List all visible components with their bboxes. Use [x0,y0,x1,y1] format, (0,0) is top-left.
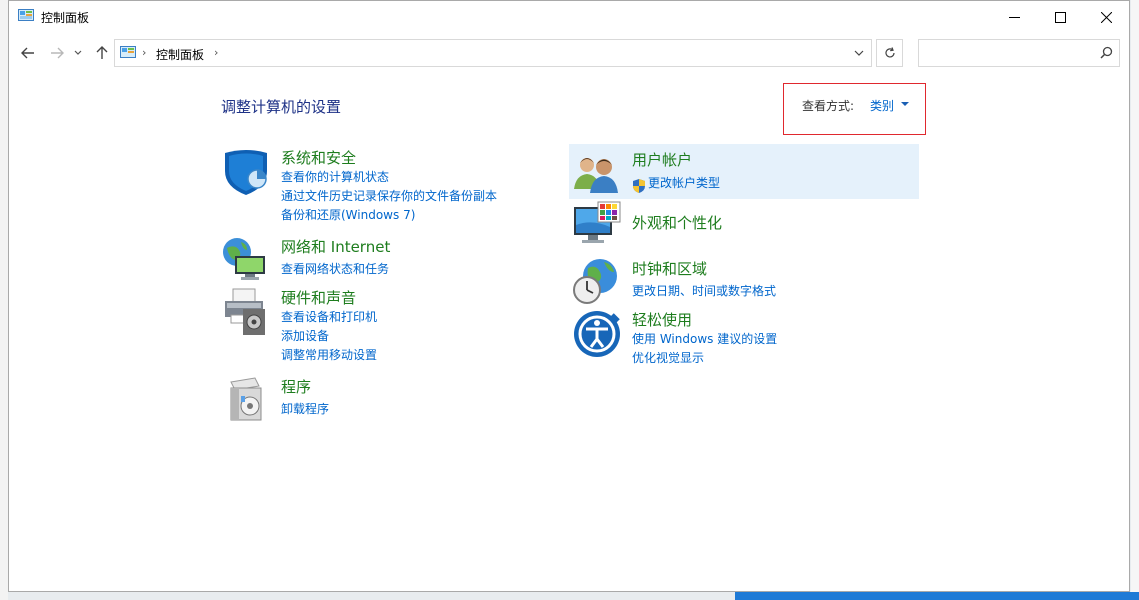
link[interactable]: 备份和还原(Windows 7) [281,206,415,223]
link[interactable]: 通过文件历史记录保存你的文件备份副本 [281,187,497,204]
link[interactable]: 查看设备和打印机 [281,308,377,325]
chevron-down-icon [74,50,82,55]
link[interactable]: 查看网络状态和任务 [281,260,389,277]
up-button[interactable] [92,43,112,63]
link[interactable]: 调整常用移动设置 [281,346,377,363]
title-bar[interactable]: 控制面板 [9,1,1129,33]
network-icon[interactable] [221,236,271,286]
category-title[interactable]: 硬件和声音 [281,287,356,308]
taskbar-strip [735,592,1139,600]
recent-locations-button[interactable] [72,43,84,63]
uac-shield-icon [632,178,646,197]
page-title: 调整计算机的设置 [221,98,342,116]
view-by-dropdown[interactable]: 类别 [870,97,894,114]
category-title[interactable]: 用户帐户 [632,149,692,170]
ease-of-access-icon[interactable] [572,309,622,359]
category-title[interactable]: 外观和个性化 [632,212,722,233]
minimize-button[interactable] [991,1,1037,33]
address-bar[interactable]: › 控制面板 › [114,39,872,67]
printer-icon[interactable] [221,287,271,337]
category-title[interactable]: 轻松使用 [632,309,692,330]
search-input[interactable] [918,39,1120,67]
control-panel-small-icon [120,46,136,63]
desktop-background-left [0,0,8,600]
refresh-button[interactable] [876,39,903,67]
link[interactable]: 更改帐户类型 [648,174,720,191]
close-button[interactable] [1083,1,1129,33]
control-panel-window: 控制面板 › 控制面板 › 调整计算机的设置 查看方式: 类别 系统和安全 查看… [8,0,1130,592]
breadcrumb-separator-icon[interactable]: › [214,46,218,59]
category-title[interactable]: 系统和安全 [281,147,356,168]
control-panel-icon [18,9,34,23]
link[interactable]: 添加设备 [281,327,329,344]
clock-globe-icon[interactable] [572,258,622,308]
link[interactable]: 卸载程序 [281,400,329,417]
view-by-highlight: 查看方式: 类别 [783,83,926,135]
back-arrow-icon [21,47,34,59]
category-title[interactable]: 程序 [281,376,311,397]
up-arrow-icon [96,46,108,59]
search-icon [1100,46,1113,62]
dropdown-arrow-icon[interactable] [901,102,909,106]
category-title[interactable]: 时钟和区域 [632,258,707,279]
navigation-bar: › 控制面板 › [9,33,1129,73]
back-button[interactable] [18,43,38,63]
link[interactable]: 查看你的计算机状态 [281,168,389,185]
link[interactable]: 优化视觉显示 [632,349,704,366]
link[interactable]: 使用 Windows 建议的设置 [632,330,777,347]
maximize-button[interactable] [1037,1,1083,33]
forward-arrow-icon [51,47,64,59]
desktop-background-right [1131,0,1139,600]
forward-button[interactable] [47,43,67,63]
shield-icon[interactable] [221,147,271,197]
chevron-down-icon [854,50,864,56]
breadcrumb-control-panel[interactable]: 控制面板 [156,46,204,63]
window-title: 控制面板 [41,11,90,25]
view-by-label: 查看方式: [802,99,855,113]
address-history-button[interactable] [847,40,871,66]
monitor-palette-icon[interactable] [572,201,622,251]
refresh-icon [884,47,895,58]
link[interactable]: 更改日期、时间或数字格式 [632,282,776,299]
users-icon[interactable] [572,149,622,199]
category-title[interactable]: 网络和 Internet [281,236,390,257]
programs-icon[interactable] [221,376,271,426]
breadcrumb-separator-icon[interactable]: › [142,46,146,59]
